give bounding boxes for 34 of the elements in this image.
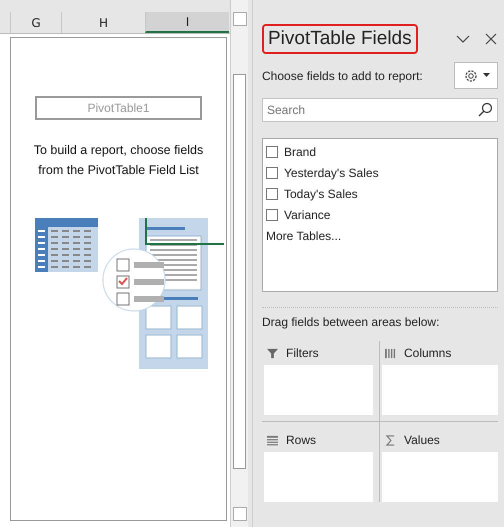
columns-icon [385, 348, 396, 358]
tools-button[interactable] [454, 62, 498, 89]
checkbox[interactable] [266, 146, 278, 158]
more-tables-link[interactable]: More Tables... [266, 229, 342, 243]
column-header[interactable]: G [10, 12, 61, 33]
prompt-text: Choose fields to add to report: [262, 68, 424, 82]
gear-icon [462, 68, 478, 84]
field-item[interactable]: Today's Sales [266, 183, 494, 204]
search-icon[interactable] [478, 102, 493, 117]
area-label: Filters [286, 346, 319, 360]
scroll-down-button[interactable] [232, 507, 246, 521]
filter-icon [267, 348, 278, 358]
vertical-scrollbar[interactable] [230, 0, 248, 527]
instruction-text: To build a report, choose fields from the PivotTable Field List [32, 142, 204, 179]
area-label: Rows [286, 433, 316, 447]
field-item[interactable]: Yesterday's Sales [266, 162, 494, 183]
sigma-icon [385, 434, 396, 446]
panel-title: PivotTable Fields [262, 24, 418, 54]
areas-prompt-text: Drag fields between areas below: [262, 315, 440, 329]
checkbox[interactable] [266, 166, 278, 178]
caret-icon [482, 73, 490, 78]
column-header[interactable]: I [145, 12, 229, 33]
search-field[interactable]: Search [262, 98, 498, 122]
pivot-name-label: PivotTable1 [35, 96, 202, 120]
scroll-up-button[interactable] [232, 12, 246, 26]
scrollbar-thumb[interactable] [233, 74, 246, 469]
rows-icon [267, 434, 278, 446]
area-label: Values [404, 433, 440, 447]
area-label: Columns [404, 346, 452, 360]
checkbox[interactable] [266, 208, 278, 220]
checkbox[interactable] [266, 188, 278, 200]
field-item[interactable]: Variance [266, 204, 494, 225]
close-icon[interactable] [484, 32, 498, 46]
field-item[interactable]: Brand [266, 141, 494, 162]
